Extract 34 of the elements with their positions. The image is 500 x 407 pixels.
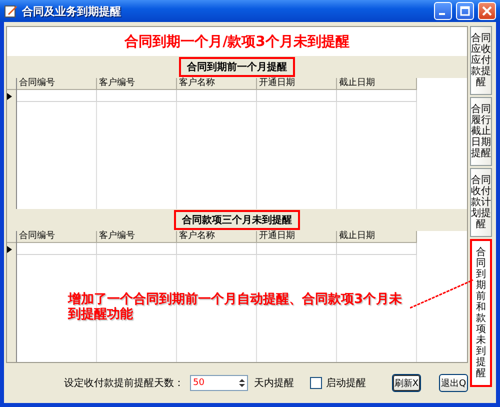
annotation-text: 增加了一个合同到期前一个月自动提醒、合同款项3个月未到提醒功能 [68,292,404,322]
maximize-icon [460,6,470,16]
column-header[interactable]: 客户编号 [97,78,177,90]
dialog-button[interactable]: 退出Q [439,374,468,392]
side-tab[interactable]: 合同履行截止日期提醒 [470,97,492,166]
side-tab[interactable]: 合同收付款计划提醒 [470,168,492,237]
minimize-button[interactable] [434,2,452,20]
days-suffix: 天内提醒 [254,376,294,390]
column-header[interactable]: 开通日期 [257,231,337,243]
checkbox[interactable] [310,377,322,389]
report-heading: 合同到期一个月/款项3个月未到提醒 [124,33,350,52]
column-header[interactable]: 合同编号 [17,78,97,90]
dialog-button[interactable]: 刷新X [392,374,421,392]
column-header[interactable]: 合同编号 [17,231,97,243]
section-title: 合同到期前一个月提醒 [179,57,295,77]
column-header[interactable]: 客户编号 [97,231,177,243]
column-header[interactable]: 客户名称 [177,78,257,90]
column-header[interactable]: 截止日期 [337,231,417,243]
close-icon [482,6,492,16]
column-header[interactable]: 截止日期 [337,78,417,90]
days-label: 设定收付款提前提醒天数： [64,376,184,390]
close-button[interactable] [478,2,496,20]
leader-line [410,279,474,309]
side-tab[interactable]: 合同到期前和款项未到提醒 [470,239,492,387]
column-header[interactable]: 客户名称 [177,231,257,243]
maximize-button[interactable] [456,2,474,20]
pencil-note-icon [4,4,18,18]
column-header[interactable]: 开通日期 [257,78,337,90]
window-title: 合同及业务到期提醒 [22,4,122,18]
section-title: 合同款项三个月未到提醒 [174,210,300,230]
side-tab[interactable]: 合同应收应付款提醒 [470,26,492,95]
row-pointer-icon [7,92,12,100]
row-pointer-icon [7,246,12,252]
checkbox-label: 启动提醒 [326,376,366,390]
